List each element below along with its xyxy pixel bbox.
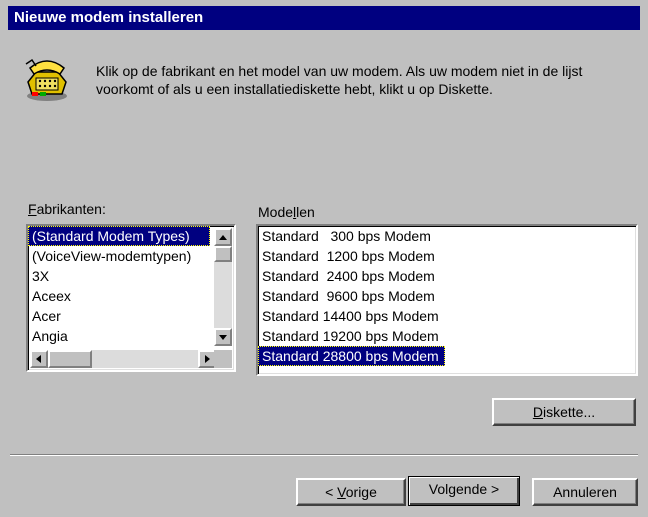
manufacturers-label-text: abrikanten: — [36, 201, 106, 217]
arrow-left-icon — [36, 355, 41, 363]
arrow-down-icon — [219, 335, 227, 340]
models-list[interactable]: Standard 300 bps Modem Standard 1200 bps… — [256, 224, 638, 376]
next-button[interactable]: Volgende > — [408, 476, 520, 506]
model-item[interactable]: Standard 300 bps Modem — [258, 226, 636, 246]
previous-accel: V — [337, 484, 346, 500]
model-item[interactable]: Standard 1200 bps Modem — [258, 246, 636, 266]
manufacturer-item[interactable]: Acer — [28, 306, 234, 326]
model-item[interactable]: Standard 2400 bps Modem — [258, 266, 636, 286]
models-label-post: len — [296, 204, 315, 220]
instruction-text: Klik op de fabrikant en het model van uw… — [96, 63, 583, 97]
diskette-accel: D — [532, 404, 543, 420]
cancel-label: Annuleren — [553, 484, 617, 500]
manufacturer-item[interactable]: Angia — [28, 326, 234, 346]
model-item[interactable]: Standard 19200 bps Modem — [258, 326, 636, 346]
manufacturer-item[interactable]: (VoiceView-modemtypen) — [28, 246, 234, 266]
manufacturers-vertical-scrollbar[interactable] — [214, 228, 232, 346]
manufacturer-item[interactable]: (Standard Modem Types) — [28, 226, 210, 246]
manufacturer-item[interactable]: Aceex — [28, 286, 234, 306]
scroll-left-button[interactable] — [30, 350, 48, 368]
diskette-label: iskette... — [542, 404, 596, 420]
vertical-scroll-thumb[interactable] — [214, 246, 232, 262]
scroll-down-button[interactable] — [214, 328, 232, 346]
previous-prefix: < — [325, 484, 338, 500]
next-label: Volgende > — [428, 481, 500, 497]
manufacturers-label: Fabrikanten: — [28, 201, 106, 217]
model-item[interactable]: Standard 28800 bps Modem — [258, 346, 445, 366]
previous-button[interactable]: < Vorige — [296, 478, 406, 506]
scroll-up-button[interactable] — [214, 228, 232, 246]
model-item[interactable]: Standard 9600 bps Modem — [258, 286, 636, 306]
scrollbar-corner — [214, 350, 232, 368]
title-bar: Nieuwe modem installeren — [8, 6, 640, 30]
arrow-right-icon — [205, 355, 210, 363]
window-title: Nieuwe modem installeren — [14, 9, 204, 26]
separator-line — [10, 454, 638, 456]
previous-label: orige — [345, 484, 377, 500]
modem-phone-icon — [25, 58, 67, 101]
manufacturers-horizontal-scrollbar[interactable] — [30, 350, 216, 368]
cancel-button[interactable]: Annuleren — [532, 478, 638, 506]
manufacturers-list[interactable]: (Standard Modem Types) (VoiceView-modemt… — [26, 224, 236, 372]
model-item[interactable]: Standard 14400 bps Modem — [258, 306, 636, 326]
arrow-up-icon — [219, 235, 227, 240]
dialog-window: Nieuwe modem installeren Klik op de fabr… — [0, 0, 648, 517]
models-label-pre: Mode — [258, 204, 294, 220]
manufacturer-item[interactable]: 3X — [28, 266, 234, 286]
models-label: Modellen — [258, 204, 315, 220]
manufacturers-label-accel: F — [28, 201, 37, 217]
horizontal-scroll-thumb[interactable] — [48, 350, 92, 368]
diskette-button[interactable]: Diskette... — [492, 398, 636, 426]
